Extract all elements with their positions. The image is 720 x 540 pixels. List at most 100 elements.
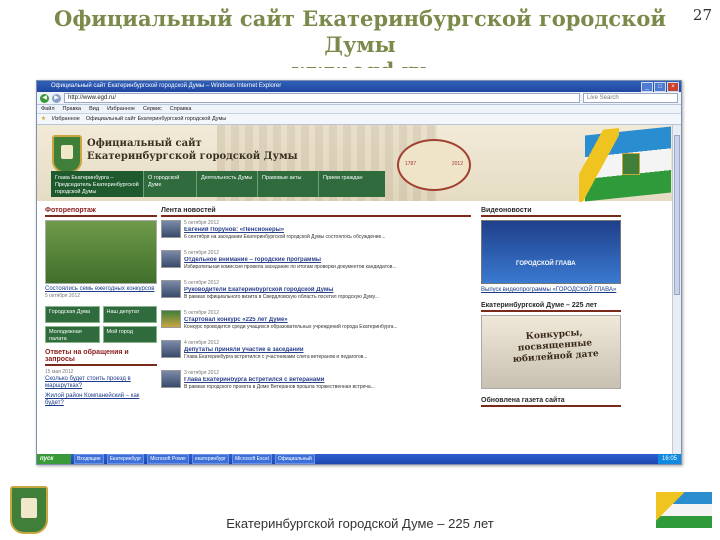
news-item[interactable]: 5 октября 2012 Отдельное внимание – горо… bbox=[161, 250, 471, 276]
anniversary-title[interactable]: Екатеринбургской Думе – 225 лет bbox=[481, 302, 621, 312]
address-row: ◀ ▶ http://www.egd.ru/ Live Search bbox=[37, 92, 681, 105]
news-headline[interactable]: Евгений Порунов: «Пенсионеры» bbox=[184, 227, 471, 234]
footer-flag-icon bbox=[656, 492, 712, 528]
close-button[interactable]: × bbox=[667, 82, 679, 92]
news-headline[interactable]: Депутаты приняли участие в заседании bbox=[184, 347, 471, 354]
video-player[interactable]: ГОРОДСКОЙ ГЛАВА bbox=[481, 220, 621, 284]
news-thumbnail[interactable] bbox=[161, 340, 181, 358]
nav-activity[interactable]: Деятельность Думы bbox=[197, 171, 258, 197]
anniversary-banner[interactable]: Конкурсы, посвященные юбилейной дате bbox=[481, 315, 621, 389]
favorites-bar: ★ Избранное Официальный сайт Екатеринбур… bbox=[37, 114, 681, 125]
start-button[interactable]: пуск bbox=[37, 454, 71, 464]
news-thumbnail[interactable] bbox=[161, 370, 181, 388]
news-column: Лента новостей 5 октября 2012 Евгений По… bbox=[161, 207, 471, 400]
anniversary-medallion: 1787 2012 bbox=[397, 139, 471, 191]
nav-head-of-city[interactable]: Глава Екатеринбурга – Председатель Екате… bbox=[51, 171, 144, 197]
video-label: ГОРОДСКОЙ ГЛАВА bbox=[516, 261, 576, 267]
site-name[interactable]: Официальный сайт Екатеринбургской городс… bbox=[87, 137, 298, 163]
appeal-link-2[interactable]: Жилой район Компанейский – как будет? bbox=[45, 393, 157, 407]
taskbar-item[interactable]: Microsoft Excel bbox=[231, 454, 272, 464]
back-icon[interactable]: ◀ bbox=[40, 93, 49, 103]
news-text: Избирательная комиссия провела заседание… bbox=[184, 264, 397, 270]
browser-window: Официальный сайт Екатеринбургской городс… bbox=[36, 80, 682, 465]
news-item[interactable]: 5 октября 2012 Евгений Порунов: «Пенсион… bbox=[161, 220, 471, 246]
news-text: Конкурс проводится среди учащихся образо… bbox=[184, 324, 398, 330]
news-headline[interactable]: Глава Екатеринбурга встретился с ветеран… bbox=[184, 377, 471, 384]
footer-coat-of-arms-icon bbox=[10, 486, 48, 534]
taskbar-item[interactable]: Microsoft Power bbox=[147, 454, 190, 464]
nav-citizens[interactable]: Прием граждан bbox=[319, 171, 379, 197]
year-left: 1787 bbox=[405, 161, 417, 167]
news-headline[interactable]: Руководители Екатеринбургской городской … bbox=[184, 287, 471, 294]
taskbar-item[interactable]: екатеринбург bbox=[192, 454, 229, 464]
vertical-scrollbar[interactable] bbox=[672, 125, 681, 454]
news-text: Глава Екатеринбурга встретился с участни… bbox=[184, 354, 368, 360]
minimize-button[interactable]: _ bbox=[641, 82, 653, 92]
menu-tools[interactable]: Сервис bbox=[143, 105, 162, 113]
news-thumbnail[interactable] bbox=[161, 310, 181, 328]
scrollbar-thumb[interactable] bbox=[674, 135, 680, 295]
left-column: Фоторепортаж Состоялись семь ежегодных к… bbox=[45, 207, 157, 407]
taskbar: пуск Входящие Екатеринбург Microsoft Pow… bbox=[37, 454, 681, 464]
news-headline[interactable]: Отдельное внимание – городские программы bbox=[184, 257, 471, 264]
taskbar-item[interactable]: Екатеринбург bbox=[106, 454, 145, 464]
nav-about-duma[interactable]: О городской Думе bbox=[144, 171, 197, 197]
slide-title-line-1: Официальный сайт Екатеринбургской городс… bbox=[54, 6, 666, 31]
appeal-link-1[interactable]: Сколько будет стоить проезд в маршрутках… bbox=[45, 376, 157, 390]
news-thumbnail[interactable] bbox=[161, 280, 181, 298]
news-item[interactable]: 5 октября 2012 Руководители Екатеринбург… bbox=[161, 280, 471, 306]
news-headline[interactable]: Стартовал конкурс «225 лет Думе» bbox=[184, 317, 471, 324]
search-input[interactable]: Live Search bbox=[583, 93, 678, 103]
news-item[interactable]: 5 октября 2012 Стартовал конкурс «225 ле… bbox=[161, 310, 471, 336]
news-item[interactable]: 3 октября 2012 Глава Екатеринбурга встре… bbox=[161, 370, 471, 396]
slide-title: Официальный сайт Екатеринбургской городс… bbox=[40, 6, 680, 68]
city-coat-of-arms-icon[interactable] bbox=[52, 135, 82, 173]
photo-report-title[interactable]: Фоторепортаж bbox=[45, 207, 157, 217]
banner-our-deputy[interactable]: Наш депутат bbox=[102, 306, 157, 323]
news-thumbnail[interactable] bbox=[161, 220, 181, 238]
photo-report-image[interactable] bbox=[45, 220, 157, 284]
news-item[interactable]: 4 октября 2012 Депутаты приняли участие … bbox=[161, 340, 471, 366]
banner-city-duma[interactable]: Городская Дума bbox=[45, 306, 100, 323]
news-thumbnail[interactable] bbox=[161, 250, 181, 268]
slide-title-line-2: Думы bbox=[324, 32, 396, 57]
address-bar[interactable]: http://www.egd.ru/ bbox=[64, 93, 580, 103]
site-name-line-2: Екатеринбургской городской Думы bbox=[87, 151, 298, 162]
news-date: 5 октября 2012 bbox=[184, 220, 219, 226]
menu-view[interactable]: Вид bbox=[89, 105, 99, 113]
menu-favorites[interactable]: Избранное bbox=[107, 105, 135, 113]
photo-report-caption[interactable]: Состоялись семь ежегодных конкурсов bbox=[45, 286, 157, 293]
menu-edit[interactable]: Правка bbox=[63, 105, 82, 113]
newspaper-title[interactable]: Обновлена газета сайта bbox=[481, 397, 621, 407]
anniversary-banner-text: Конкурсы, посвященные юбилейной дате bbox=[512, 328, 600, 365]
forward-icon[interactable]: ▶ bbox=[52, 93, 61, 103]
news-date: 3 октября 2012 bbox=[184, 370, 219, 376]
menu-file[interactable]: Файл bbox=[41, 105, 55, 113]
video-caption[interactable]: Выпуск видеопрограммы «ГОРОДСКОЙ ГЛАВА» bbox=[481, 287, 621, 294]
main-nav: Глава Екатеринбурга – Председатель Екате… bbox=[51, 171, 385, 197]
taskbar-item[interactable]: Входящие bbox=[74, 454, 104, 464]
system-clock[interactable]: 16:05 bbox=[657, 454, 681, 464]
video-news-title[interactable]: Видеоновости bbox=[481, 207, 621, 217]
menu-help[interactable]: Справка bbox=[170, 105, 192, 113]
news-text: В рамках официального визита в Свердловс… bbox=[184, 294, 379, 300]
news-text: В рамках городского проекта в Доме Ветер… bbox=[184, 384, 375, 390]
maximize-button[interactable]: □ bbox=[654, 82, 666, 92]
site-name-line-1: Официальный сайт bbox=[87, 138, 202, 149]
right-column: Видеоновости ГОРОДСКОЙ ГЛАВА Выпуск виде… bbox=[481, 207, 621, 410]
favorites-button[interactable]: Избранное bbox=[52, 114, 80, 124]
flag-emblem-icon bbox=[622, 153, 640, 175]
slide-title-line-3: www.egd.ru bbox=[40, 58, 680, 68]
banner-youth-chamber[interactable]: Молодежная палата bbox=[45, 326, 100, 343]
slide-footer: Екатеринбургской городской Думе – 225 ле… bbox=[226, 516, 494, 531]
active-tab[interactable]: Официальный сайт Екатеринбургской городс… bbox=[86, 114, 226, 124]
news-text: 6 сентября на заседании Екатеринбургской… bbox=[184, 234, 386, 240]
banner-my-city[interactable]: Мой город bbox=[102, 326, 157, 343]
appeal-date: 15 мая 2012 bbox=[45, 369, 74, 375]
news-feed-title[interactable]: Лента новостей bbox=[161, 207, 471, 217]
taskbar-item[interactable]: Официальный bbox=[274, 454, 315, 464]
year-right: 2012 bbox=[451, 161, 463, 167]
nav-legal-acts[interactable]: Правовые акты bbox=[258, 171, 319, 197]
appeals-title[interactable]: Ответы на обращения и запросы bbox=[45, 349, 157, 366]
favorites-star-icon[interactable]: ★ bbox=[41, 114, 46, 124]
